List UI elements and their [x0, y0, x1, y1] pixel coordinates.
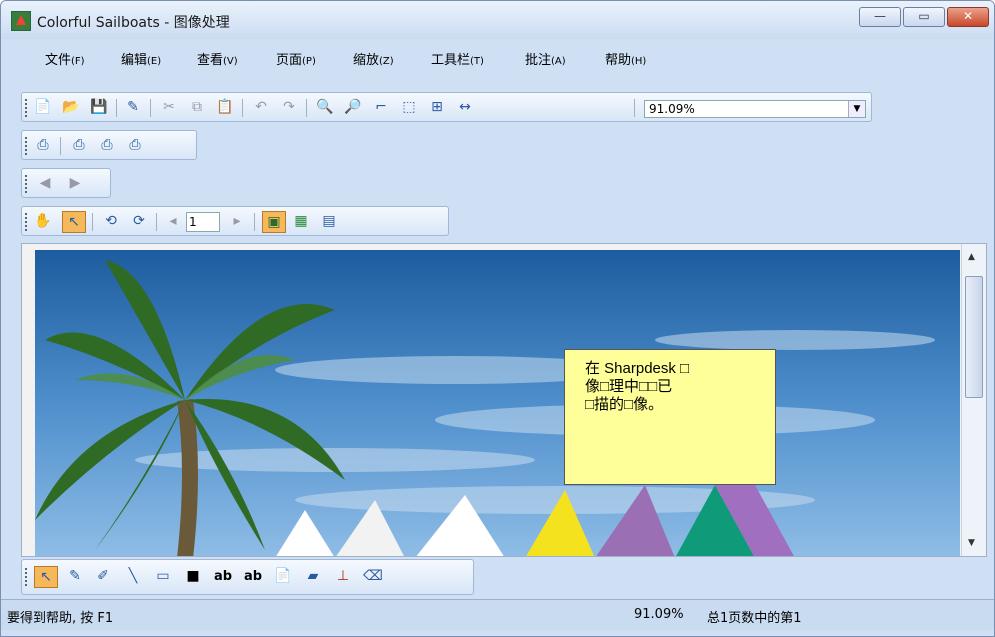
menu-page[interactable]: 页面(P)	[276, 49, 316, 68]
filled-rectangle-icon[interactable]: ■	[182, 566, 204, 586]
note-line: 像□理中□□已	[585, 378, 673, 395]
cut-icon[interactable]: ✂	[158, 97, 180, 117]
app-icon	[11, 11, 31, 31]
zoom-rect-icon[interactable]: ⬚	[398, 97, 420, 117]
print-toolbar: ⎙ ⎙ ⎙ ⎙	[21, 130, 197, 160]
rotate-left-icon[interactable]: ⟲	[100, 211, 122, 231]
prev-page-icon[interactable]: ◂	[162, 211, 184, 231]
fit-page-icon[interactable]: ⊞	[426, 97, 448, 117]
print-preview-icon[interactable]: ⎙	[68, 135, 90, 155]
zoom-combobox[interactable]: 91.09% ▼	[644, 100, 866, 118]
toolbar-separator	[242, 99, 243, 117]
app-window: Colorful Sailboats - 图像处理 — ▭ ✕ 文件(F) 编辑…	[0, 0, 995, 637]
annotation-note[interactable]: 在 Sharpdesk □ 像□理中□□已 □描的□像。	[564, 349, 776, 485]
menu-help[interactable]: 帮助(H)	[605, 49, 646, 68]
maximize-button[interactable]: ▭	[903, 7, 945, 27]
fit-width-icon[interactable]: ↔	[454, 97, 476, 117]
toolbar-separator	[60, 137, 61, 155]
toolbar-grip[interactable]	[25, 175, 29, 193]
toolbar-grip[interactable]	[25, 137, 29, 155]
window-title: Colorful Sailboats - 图像处理	[37, 15, 230, 31]
page-number-input[interactable]: 1	[186, 212, 220, 232]
minimize-button[interactable]: —	[859, 7, 901, 27]
line-icon[interactable]: ╲	[122, 566, 144, 586]
single-page-icon[interactable]: ▣	[262, 211, 286, 233]
close-button[interactable]: ✕	[947, 7, 989, 27]
scan-icon[interactable]: ✎	[122, 97, 144, 117]
status-help-text: 要得到帮助, 按 F1	[7, 611, 114, 626]
toolbar-separator	[306, 99, 307, 117]
save-icon[interactable]: 💾	[88, 97, 110, 117]
chevron-down-icon[interactable]: ▼	[848, 101, 865, 117]
rectangle-icon[interactable]: ▭	[152, 566, 174, 586]
paste-icon[interactable]: 📋	[214, 97, 236, 117]
marker-icon[interactable]: ✐	[92, 566, 114, 586]
menu-annotation[interactable]: 批注(A)	[525, 49, 566, 68]
menu-edit[interactable]: 编辑(E)	[121, 49, 161, 68]
undo-icon[interactable]: ↶	[250, 97, 272, 117]
menu-zoom[interactable]: 缩放(Z)	[353, 49, 394, 68]
menu-toolbars[interactable]: 工具栏(T)	[431, 49, 484, 68]
redo-icon[interactable]: ↷	[278, 97, 300, 117]
menu-bar: 文件(F) 编辑(E) 查看(V) 页面(P) 缩放(Z) 工具栏(T) 批注(…	[1, 45, 994, 69]
scroll-up-icon[interactable]: ▲	[968, 252, 975, 262]
toolbar-grip[interactable]	[25, 568, 29, 586]
rotate-right-icon[interactable]: ⟳	[128, 211, 150, 231]
annotation-pointer-icon[interactable]: ↖	[34, 566, 58, 588]
image-toolbar: ✋ ↖ ⟲ ⟳ ◂ 1 ▸ ▣ ▦ ▤	[21, 206, 449, 236]
select-area-icon[interactable]: ⌐	[370, 97, 392, 117]
zoom-out-icon[interactable]: 🔎	[342, 97, 364, 117]
vertical-scrollbar[interactable]: ▲ ▼	[961, 244, 986, 556]
stamp-icon[interactable]: ⊥	[332, 566, 354, 586]
hand-icon[interactable]: ✋	[32, 211, 54, 231]
copy-icon[interactable]: ⧉	[186, 97, 208, 117]
toolbar-grip[interactable]	[25, 213, 29, 231]
menu-view[interactable]: 查看(V)	[197, 49, 238, 68]
nav-toolbar: ◀ ▶	[21, 168, 111, 198]
text-box-icon[interactable]: ab	[242, 566, 264, 586]
image-viewer[interactable]: ▲ ▼	[21, 243, 987, 557]
text-icon[interactable]: ab	[212, 566, 234, 586]
note-line: □描的□像。	[585, 396, 664, 413]
toolbar-grip[interactable]	[25, 99, 29, 117]
pointer-icon[interactable]: ↖	[62, 211, 86, 233]
annotation-toolbar: ↖ ✎ ✐ ╲ ▭ ■ ab ab 📄 ▰ ⊥ ⌫	[21, 559, 474, 595]
print-setup-icon[interactable]: ⎙	[96, 135, 118, 155]
status-page-info: 总1页数中的第1	[707, 611, 802, 626]
next-page-icon[interactable]: ▸	[226, 211, 248, 231]
toolbar-separator	[634, 99, 635, 117]
sailboats-photo	[35, 250, 960, 556]
status-bar: 要得到帮助, 按 F1 91.09% 总1页数中的第1	[1, 599, 994, 630]
thumbnails-icon[interactable]: ▦	[290, 211, 312, 231]
scroll-down-icon[interactable]: ▼	[968, 538, 975, 548]
forward-icon[interactable]: ▶	[64, 173, 86, 193]
back-icon[interactable]: ◀	[34, 173, 56, 193]
zoom-in-icon[interactable]: 🔍	[314, 97, 336, 117]
print-options-icon[interactable]: ⎙	[124, 135, 146, 155]
zoom-value: 91.09%	[649, 102, 695, 116]
delete-annotation-icon[interactable]: ⌫	[362, 566, 384, 586]
toolbar-separator	[92, 213, 93, 231]
toolbar-separator	[254, 213, 255, 231]
scrollbar-thumb[interactable]	[965, 276, 983, 398]
pen-icon[interactable]: ✎	[64, 566, 86, 586]
image-stamp-icon[interactable]: ▰	[302, 566, 324, 586]
calendar-icon[interactable]: ▤	[318, 211, 340, 231]
title-bar[interactable]: Colorful Sailboats - 图像处理 — ▭ ✕	[1, 1, 994, 39]
toolbar-separator	[150, 99, 151, 117]
toolbar-separator	[156, 213, 157, 231]
note-icon[interactable]: 📄	[272, 566, 294, 586]
print-icon[interactable]: ⎙	[32, 135, 54, 155]
status-zoom: 91.09%	[634, 607, 684, 622]
menu-file[interactable]: 文件(F)	[45, 49, 85, 68]
new-icon[interactable]: 📄	[32, 97, 54, 117]
open-icon[interactable]: 📂	[60, 97, 82, 117]
main-toolbar: 📄 📂 💾 ✎ ✂ ⧉ 📋 ↶ ↷ 🔍 🔎 ⌐ ⬚ ⊞ ↔ 91.09% ▼	[21, 92, 872, 122]
toolbar-separator	[116, 99, 117, 117]
note-line: 在 Sharpdesk □	[585, 360, 690, 377]
